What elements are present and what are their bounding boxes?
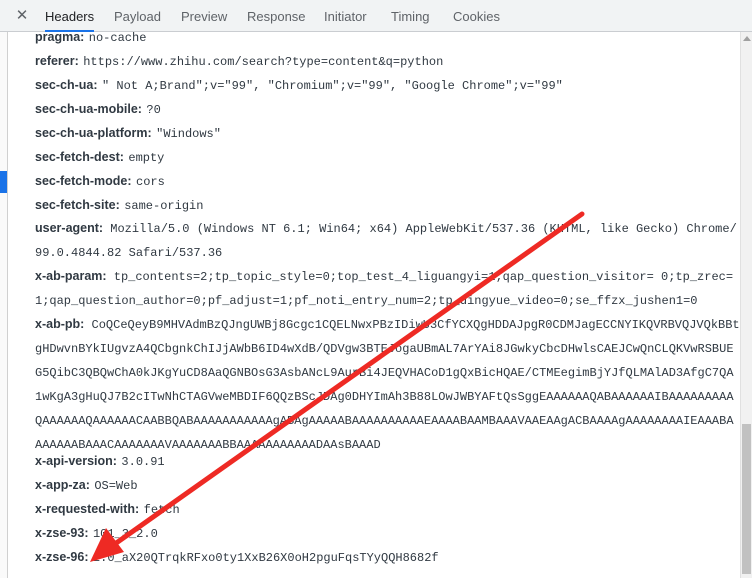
header-row: user-agent: Mozilla/5.0 (Windows NT 6.1;…	[35, 216, 740, 265]
header-row: referer: https://www.zhihu.com/search?ty…	[35, 52, 443, 70]
header-name: sec-fetch-mode:	[35, 174, 132, 188]
header-value: " Not A;Brand";v="99", "Chromium";v="99"…	[101, 79, 563, 93]
header-value: ?0	[146, 103, 161, 117]
header-row: sec-fetch-dest: empty	[35, 148, 164, 166]
header-row: sec-ch-ua: " Not A;Brand";v="99", "Chrom…	[35, 76, 563, 94]
header-name: referer:	[35, 54, 79, 68]
header-name: sec-ch-ua-mobile:	[35, 102, 142, 116]
header-value: 3.0.91	[121, 455, 165, 469]
header-value: 2.0_aX20QTrqkRFxo0ty1XxB26X0oH2pguFqsTYy…	[92, 551, 439, 565]
header-row: sec-fetch-site: same-origin	[35, 196, 203, 214]
header-name: x-ab-pb:	[35, 317, 85, 331]
header-name: x-ab-param:	[35, 269, 107, 283]
header-value: "Windows"	[156, 127, 221, 141]
header-value: fetch	[143, 503, 180, 517]
header-row: sec-ch-ua-platform: "Windows"	[35, 124, 221, 142]
header-value: Mozilla/5.0 (Windows NT 6.1; Win64; x64)…	[35, 222, 737, 260]
header-name: x-api-version:	[35, 454, 117, 468]
vertical-scrollbar[interactable]	[740, 32, 752, 578]
header-name: x-zse-93:	[35, 526, 89, 540]
header-name: x-app-za:	[35, 478, 90, 492]
header-row: pragma: no-cache	[35, 32, 146, 46]
header-row: sec-fetch-mode: cors	[35, 172, 165, 190]
tab-initiator[interactable]: Initiator	[324, 0, 367, 32]
header-name: sec-fetch-dest:	[35, 150, 124, 164]
header-row: x-app-za: OS=Web	[35, 476, 138, 494]
header-value: tp_contents=2;tp_topic_style=0;top_test_…	[35, 270, 734, 308]
scrollbar-thumb[interactable]	[742, 424, 751, 574]
tab-payload[interactable]: Payload	[114, 0, 161, 32]
tab-cookies[interactable]: Cookies	[453, 0, 500, 32]
header-name: sec-fetch-site:	[35, 198, 120, 212]
header-value: no-cache	[88, 32, 147, 45]
header-value: https://www.zhihu.com/search?type=conten…	[83, 55, 444, 69]
header-name: x-requested-with:	[35, 502, 140, 516]
request-list-edge	[0, 32, 8, 578]
tab-headers[interactable]: Headers	[45, 0, 95, 32]
header-row: x-ab-pb: CoQCeQeyB9MHVAdmBzQJngUWBj8Gcgc…	[35, 312, 740, 457]
header-value: same-origin	[124, 199, 204, 213]
header-name: x-zse-96:	[35, 550, 89, 564]
header-value: cors	[136, 175, 165, 189]
tab-preview[interactable]: Preview	[181, 0, 227, 32]
header-row: x-zse-93: 101_3_2.0	[35, 524, 158, 542]
tab-timing[interactable]: Timing	[391, 0, 430, 32]
header-row: x-ab-param: tp_contents=2;tp_topic_style…	[35, 264, 740, 313]
header-row: x-api-version: 3.0.91	[35, 452, 165, 470]
header-value: CoQCeQeyB9MHVAdmBzQJngUWBj8Gcgc1CQELNwxP…	[35, 318, 740, 452]
tab-response[interactable]: Response	[247, 0, 306, 32]
close-icon[interactable]: ✕	[14, 6, 30, 26]
panel-tabbar: ✕ Headers Payload Preview Response Initi…	[0, 0, 752, 32]
request-headers-list: pragma: no-cache referer: https://www.zh…	[9, 32, 740, 578]
header-name: sec-ch-ua:	[35, 78, 98, 92]
header-name: user-agent:	[35, 221, 104, 235]
header-name: sec-ch-ua-platform:	[35, 126, 152, 140]
header-value: empty	[128, 151, 165, 165]
header-row: x-zse-96: 2.0_aX20QTrqkRFxo0ty1XxB26X0oH…	[35, 548, 439, 566]
header-row: x-requested-with: fetch	[35, 500, 180, 518]
header-name: pragma:	[35, 32, 85, 44]
header-row: sec-ch-ua-mobile: ?0	[35, 100, 161, 118]
header-value: 101_3_2.0	[92, 527, 158, 541]
scroll-up-arrow-icon[interactable]	[743, 36, 751, 41]
selected-request-marker	[0, 171, 7, 193]
header-value: OS=Web	[94, 479, 138, 493]
